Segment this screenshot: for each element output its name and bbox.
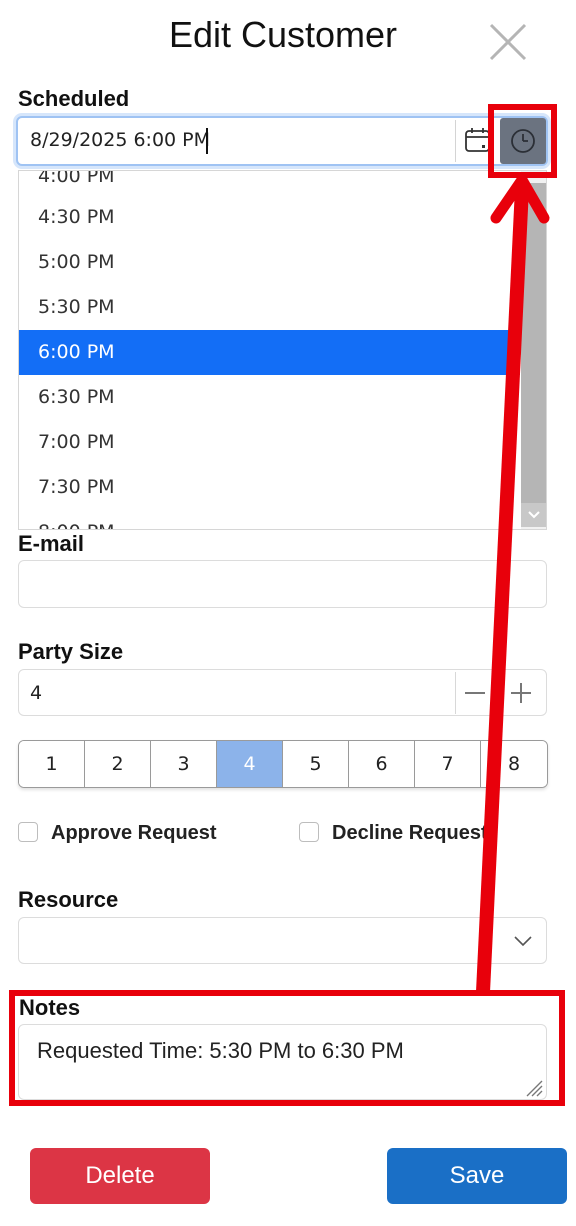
time-dropdown[interactable]: 4:00 PM 4:30 PM 5:00 PM 5:30 PM 6:00 PM … <box>18 170 547 530</box>
party-size-option[interactable]: 6 <box>349 741 415 787</box>
party-size-option[interactable]: 2 <box>85 741 151 787</box>
decrement-button[interactable] <box>458 672 492 714</box>
email-field[interactable] <box>18 560 547 608</box>
close-button[interactable] <box>486 20 530 64</box>
party-size-value: 4 <box>30 682 43 704</box>
text-caret <box>206 128 208 154</box>
scroll-down-button[interactable] <box>521 503 546 527</box>
party-size-segmented: 1 2 3 4 5 6 7 8 <box>18 740 548 788</box>
close-icon <box>489 23 527 61</box>
party-size-option-selected[interactable]: 4 <box>217 741 283 787</box>
scrollbar-thumb[interactable] <box>521 183 546 503</box>
time-option[interactable]: 5:30 PM <box>19 285 520 330</box>
party-size-option[interactable]: 8 <box>481 741 547 787</box>
approve-label: Approve Request <box>51 822 217 844</box>
scheduled-value: 8/29/2025 6:00 PM <box>30 129 211 151</box>
divider <box>455 120 456 162</box>
resource-select[interactable] <box>18 917 547 964</box>
highlight-box-notes <box>9 990 565 1106</box>
time-option[interactable]: 4:30 PM <box>19 195 520 240</box>
page-title: Edit Customer <box>168 14 398 55</box>
time-option[interactable]: 8:00 PM <box>19 510 520 529</box>
time-option-selected[interactable]: 6:00 PM <box>19 330 520 375</box>
decline-label: Decline Request <box>332 822 486 844</box>
time-option[interactable]: 5:00 PM <box>19 240 520 285</box>
party-size-option[interactable]: 7 <box>415 741 481 787</box>
time-option[interactable]: 7:00 PM <box>19 420 520 465</box>
chevron-down-icon <box>528 511 540 519</box>
party-size-label: Party Size <box>18 639 124 664</box>
divider <box>455 672 456 714</box>
save-button[interactable]: Save <box>387 1148 567 1204</box>
increment-button[interactable] <box>503 672 539 714</box>
time-option[interactable]: 6:30 PM <box>19 375 520 420</box>
party-size-option[interactable]: 3 <box>151 741 217 787</box>
time-option[interactable]: 7:30 PM <box>19 465 520 510</box>
chevron-down-icon <box>514 936 532 947</box>
delete-button[interactable]: Delete <box>30 1148 210 1204</box>
email-label: E-mail <box>18 531 85 556</box>
scheduled-label: Scheduled <box>18 86 130 111</box>
approve-checkbox[interactable] <box>18 822 38 842</box>
party-size-option[interactable]: 5 <box>283 741 349 787</box>
party-size-option[interactable]: 1 <box>19 741 85 787</box>
plus-icon <box>511 683 531 703</box>
minus-icon <box>465 692 485 694</box>
resource-label: Resource <box>18 887 119 912</box>
highlight-box-clock <box>488 104 557 178</box>
decline-checkbox[interactable] <box>299 822 319 842</box>
